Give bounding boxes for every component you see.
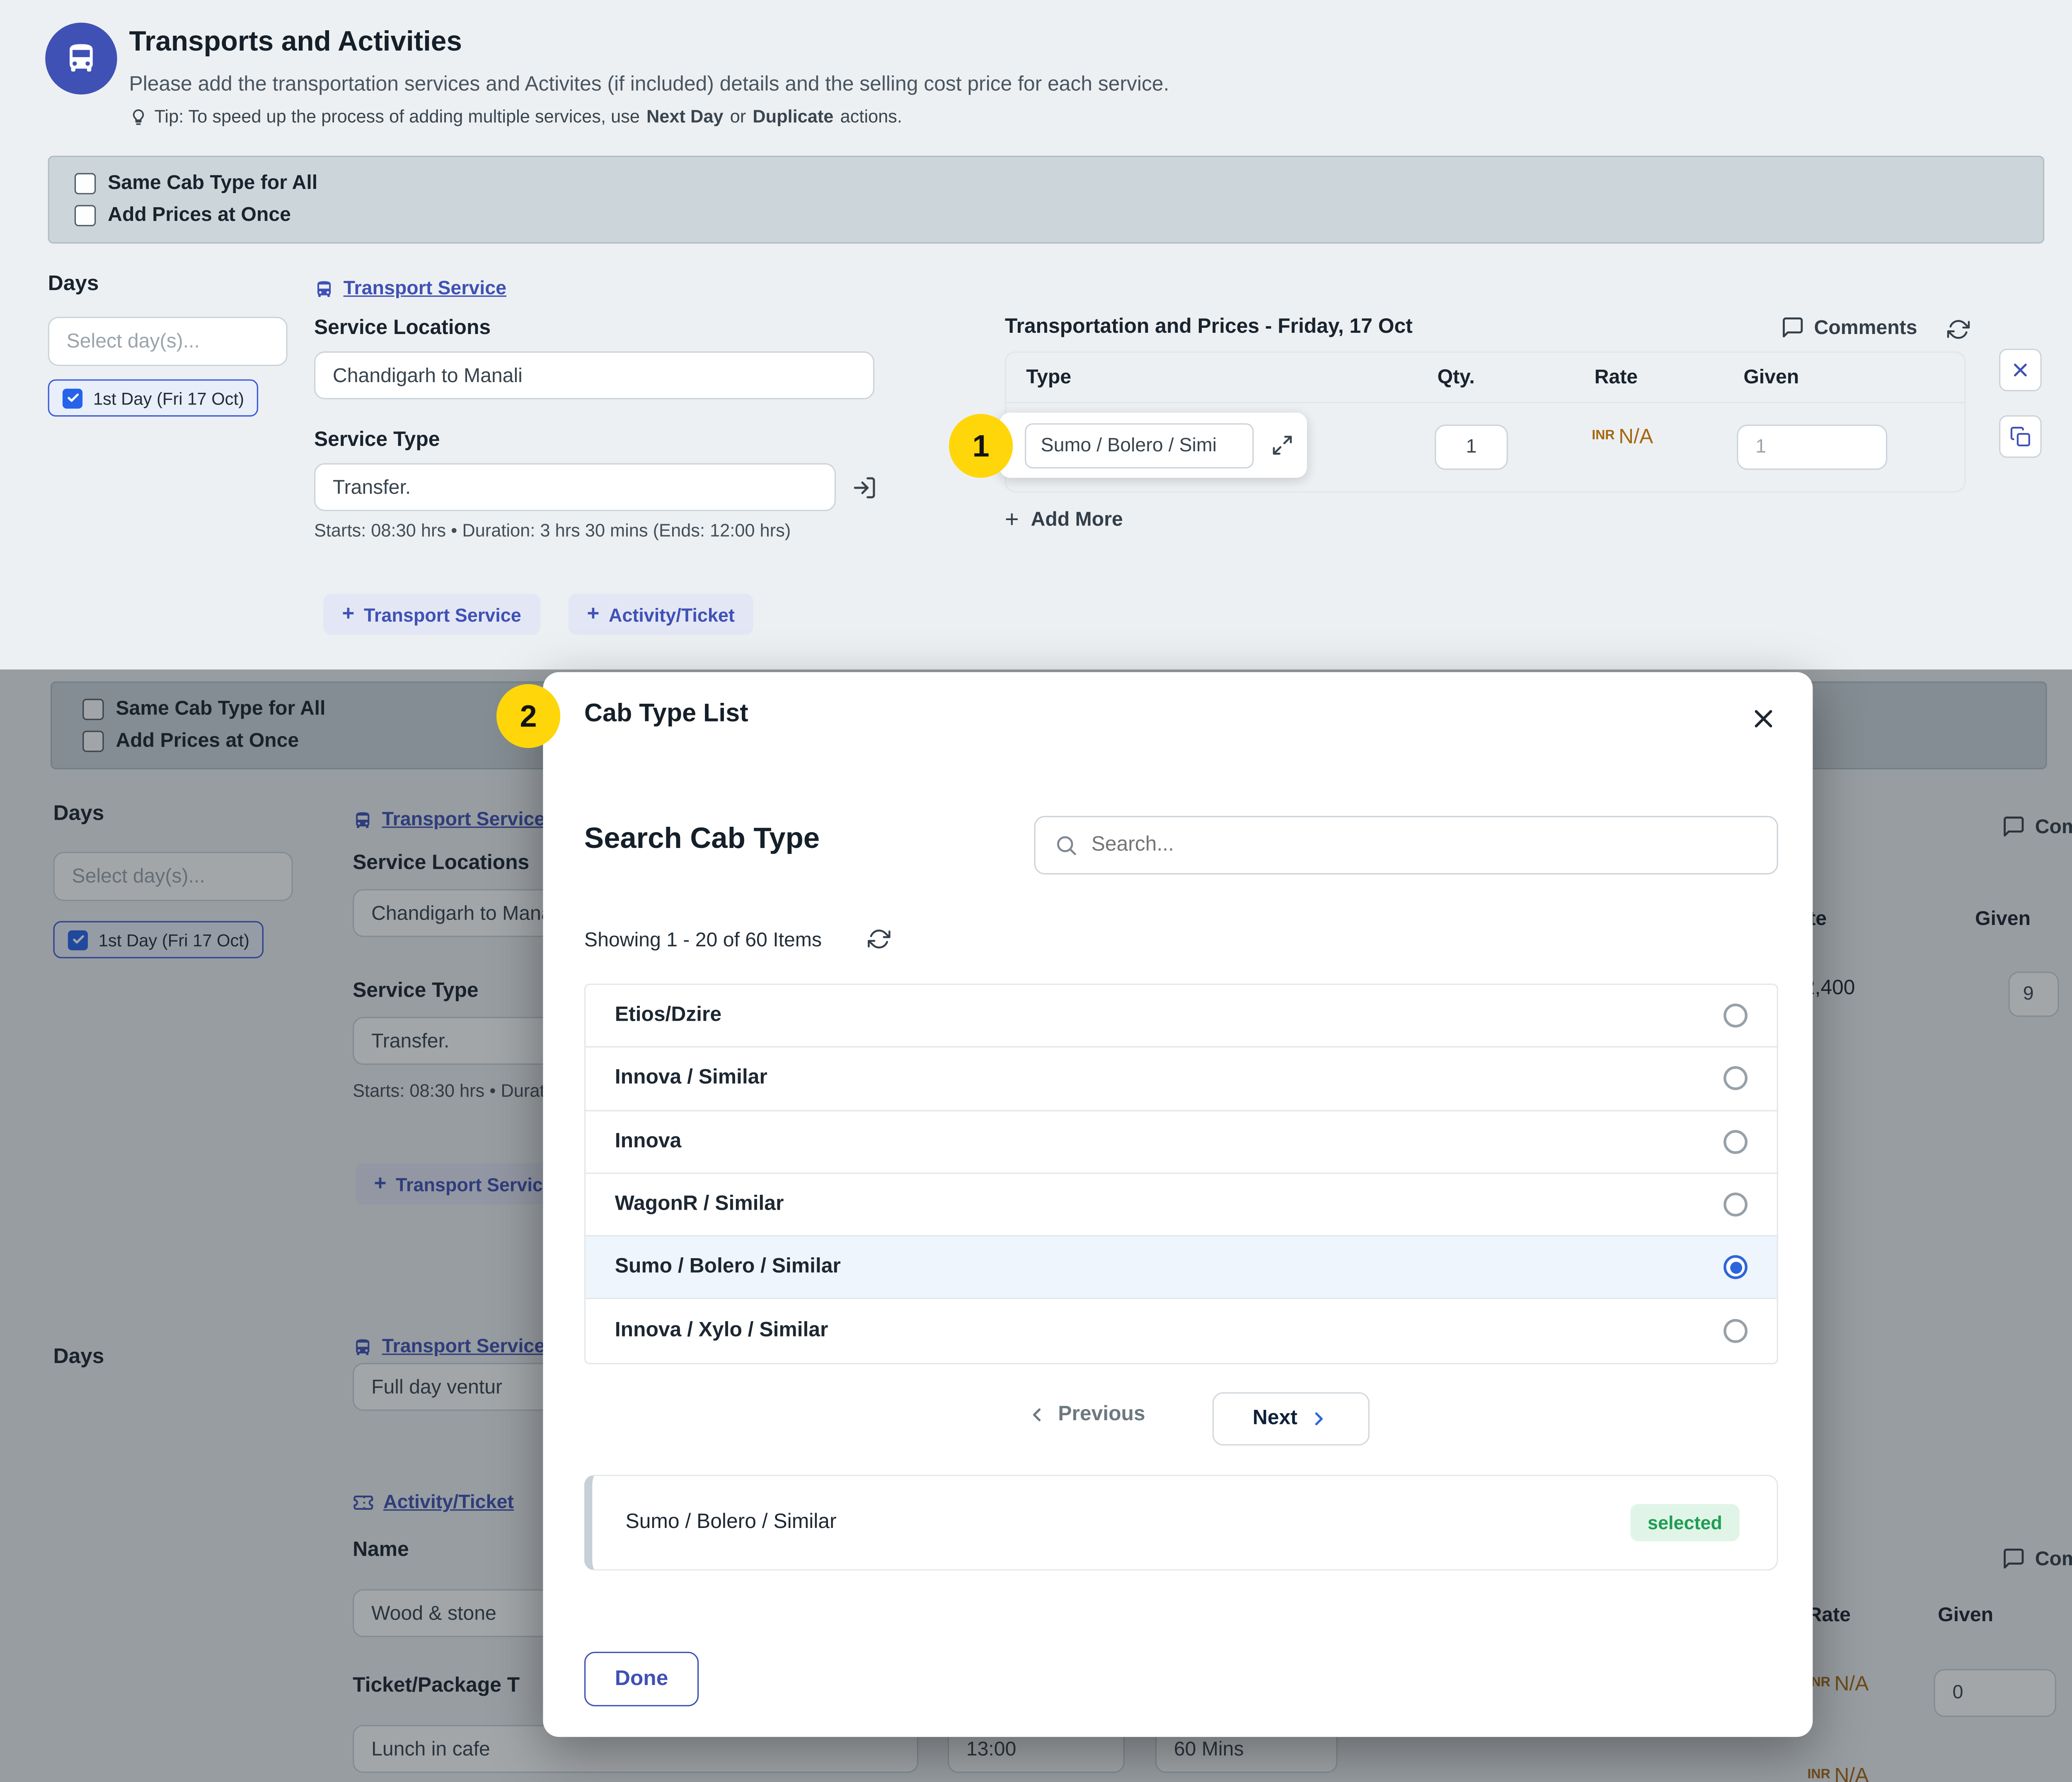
comment-icon bbox=[1781, 315, 1805, 339]
page-title: Transports and Activities bbox=[129, 27, 462, 58]
tip-end: actions. bbox=[840, 107, 902, 126]
list-item[interactable]: Etios/Dzire bbox=[586, 985, 1777, 1048]
day-chip-label: 1st Day (Fri 17 Oct) bbox=[93, 388, 244, 408]
service-locations-label: Service Locations bbox=[314, 317, 491, 341]
transport-service-link[interactable]: Transport Service bbox=[314, 278, 506, 299]
selected-item-row: Sumo / Bolero / Similar selected bbox=[584, 1475, 1778, 1571]
col-rate: Rate bbox=[1595, 366, 1638, 389]
list-item[interactable]: Innova bbox=[586, 1111, 1777, 1174]
remove-day-button[interactable] bbox=[1999, 349, 2042, 391]
day-chip[interactable]: 1st Day (Fri 17 Oct) bbox=[48, 379, 259, 416]
duplicate-day-button[interactable] bbox=[1999, 415, 2042, 458]
col-qty: Qty. bbox=[1438, 366, 1475, 389]
refresh-icon[interactable] bbox=[1947, 318, 1970, 341]
given-input[interactable] bbox=[1737, 425, 1887, 470]
radio-unchecked-icon[interactable] bbox=[1723, 1004, 1748, 1028]
refresh-icon[interactable] bbox=[868, 928, 891, 951]
list-item[interactable]: Innova / Xylo / Similar bbox=[586, 1300, 1777, 1363]
tip-or: or bbox=[730, 107, 746, 126]
table-header-divider bbox=[1005, 402, 1966, 403]
transport-avatar bbox=[45, 23, 117, 94]
list-item[interactable]: WagonR / Similar bbox=[586, 1174, 1777, 1237]
search-heading: Search Cab Type bbox=[584, 821, 820, 856]
cab-type-input[interactable] bbox=[1025, 423, 1254, 468]
tip-row: Tip: To speed up the process of adding m… bbox=[129, 107, 902, 126]
list-item[interactable]: Innova / Similar bbox=[586, 1048, 1777, 1111]
same-cab-label: Same Cab Type for All bbox=[108, 172, 317, 194]
plus-icon: + bbox=[587, 602, 599, 626]
qty-input[interactable] bbox=[1435, 425, 1508, 470]
add-prices-label: Add Prices at Once bbox=[108, 203, 291, 226]
radio-unchecked-icon[interactable] bbox=[1723, 1067, 1748, 1091]
selected-badge: selected bbox=[1630, 1504, 1740, 1541]
bus-icon bbox=[314, 279, 334, 299]
bus-icon bbox=[64, 41, 99, 76]
comments-button[interactable]: Comments bbox=[1781, 315, 1917, 339]
service-type-input[interactable] bbox=[314, 463, 836, 511]
add-activity-ticket-button[interactable]: +Activity/Ticket bbox=[568, 593, 753, 635]
open-service-details-icon[interactable] bbox=[852, 475, 877, 501]
app-page: Transports and Activities Please add the… bbox=[0, 0, 2072, 1782]
modal-title: Cab Type List bbox=[584, 700, 748, 729]
chevron-left-icon bbox=[1026, 1404, 1047, 1425]
close-icon bbox=[2010, 359, 2031, 380]
add-more-button[interactable]: +Add More bbox=[1005, 506, 1123, 533]
col-given: Given bbox=[1743, 366, 1799, 389]
transport-service-link-label: Transport Service bbox=[344, 278, 506, 299]
rate-value: INR N/A bbox=[1592, 426, 1653, 450]
list-item-selected[interactable]: Sumo / Bolero / Similar bbox=[586, 1237, 1777, 1300]
page-subtitle: Please add the transportation services a… bbox=[129, 73, 1169, 97]
schedule-text: Starts: 08:30 hrs • Duration: 3 hrs 30 m… bbox=[314, 521, 791, 540]
showing-text: Showing 1 - 20 of 60 Items bbox=[584, 929, 822, 952]
copy-icon bbox=[2010, 426, 2031, 447]
day-chip-checkbox[interactable] bbox=[63, 388, 82, 408]
chevron-right-icon bbox=[1308, 1408, 1329, 1429]
comments-label: Comments bbox=[1814, 316, 1917, 339]
lightbulb-icon bbox=[129, 107, 148, 126]
cab-type-list: Etios/Dzire Innova / Similar Innova Wago… bbox=[584, 983, 1778, 1364]
service-type-label: Service Type bbox=[314, 429, 440, 453]
service-locations-input[interactable] bbox=[314, 351, 874, 399]
cab-type-control bbox=[1000, 413, 1307, 478]
radio-unchecked-icon[interactable] bbox=[1723, 1193, 1748, 1217]
days-label: Days bbox=[48, 273, 99, 297]
tip-text: Tip: To speed up the process of adding m… bbox=[155, 107, 640, 126]
annotation-marker-2: 2 bbox=[496, 684, 560, 748]
col-type: Type bbox=[1026, 366, 1071, 389]
radio-checked-icon[interactable] bbox=[1723, 1256, 1748, 1280]
previous-button[interactable]: Previous bbox=[1026, 1403, 1145, 1427]
search-icon bbox=[1054, 833, 1078, 857]
search-box[interactable] bbox=[1034, 816, 1778, 874]
selected-item-label: Sumo / Bolero / Similar bbox=[625, 1511, 836, 1535]
add-transport-service-button[interactable]: +Transport Service bbox=[323, 593, 540, 635]
plus-icon: + bbox=[1005, 506, 1019, 533]
tip-bold-next-day: Next Day bbox=[646, 107, 724, 126]
next-button[interactable]: Next bbox=[1213, 1392, 1370, 1445]
add-prices-option[interactable]: Add Prices at Once bbox=[75, 203, 2043, 226]
radio-unchecked-icon[interactable] bbox=[1723, 1319, 1748, 1343]
done-button[interactable]: Done bbox=[584, 1652, 699, 1707]
plus-icon: + bbox=[342, 602, 354, 626]
tip-bold-duplicate: Duplicate bbox=[753, 107, 833, 126]
select-days-input[interactable] bbox=[48, 317, 288, 366]
modal-close-icon[interactable] bbox=[1749, 704, 1778, 734]
same-cab-checkbox[interactable] bbox=[75, 172, 96, 194]
add-prices-checkbox[interactable] bbox=[75, 204, 96, 225]
bulk-options-panel: Same Cab Type for All Add Prices at Once bbox=[48, 156, 2045, 244]
annotation-marker-1: 1 bbox=[949, 414, 1013, 478]
prices-title: Transportation and Prices - Friday, 17 O… bbox=[1005, 315, 1413, 339]
search-input[interactable] bbox=[1092, 833, 1758, 857]
cab-type-modal: Cab Type List Search Cab Type Showing 1 … bbox=[543, 672, 1813, 1737]
expand-icon[interactable] bbox=[1271, 434, 1294, 457]
same-cab-option[interactable]: Same Cab Type for All bbox=[75, 172, 2043, 194]
radio-unchecked-icon[interactable] bbox=[1723, 1130, 1748, 1154]
